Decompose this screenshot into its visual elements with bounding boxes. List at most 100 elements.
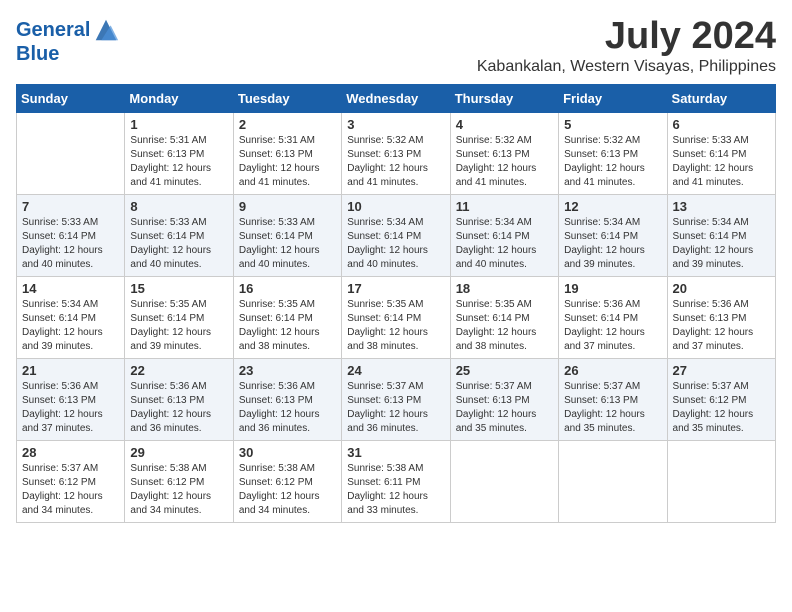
calendar-cell: 22 Sunrise: 5:36 AM Sunset: 6:13 PM Dayli…: [125, 358, 233, 440]
calendar-cell: 9 Sunrise: 5:33 AM Sunset: 6:14 PM Daylig…: [233, 194, 341, 276]
calendar-cell: [559, 440, 667, 522]
header-monday: Monday: [125, 84, 233, 112]
day-number: 18: [456, 281, 553, 296]
month-title: July 2024: [477, 16, 776, 58]
day-info: Sunrise: 5:34 AM Sunset: 6:14 PM Dayligh…: [673, 216, 770, 272]
calendar-cell: 5Sunrise: 5:32 AM Sunset: 6:13 PM Daylig…: [559, 112, 667, 194]
day-number: 3: [347, 117, 444, 132]
day-number: 28: [22, 445, 119, 460]
day-info: Sunrise: 5:35 AM Sunset: 6:14 PM Dayligh…: [347, 298, 444, 354]
calendar-cell: 8 Sunrise: 5:33 AM Sunset: 6:14 PM Daylig…: [125, 194, 233, 276]
day-info: Sunrise: 5:32 AM Sunset: 6:13 PM Dayligh…: [564, 134, 661, 190]
day-info: Sunrise: 5:34 AM Sunset: 6:14 PM Dayligh…: [564, 216, 661, 272]
header-saturday: Saturday: [667, 84, 775, 112]
day-number: 8: [130, 199, 227, 214]
day-number: 24: [347, 363, 444, 378]
day-info: Sunrise: 5:37 AM Sunset: 6:13 PM Dayligh…: [564, 380, 661, 436]
day-number: 17: [347, 281, 444, 296]
day-info: Sunrise: 5:35 AM Sunset: 6:14 PM Dayligh…: [130, 298, 227, 354]
header-wednesday: Wednesday: [342, 84, 450, 112]
day-info: Sunrise: 5:38 AM Sunset: 6:12 PM Dayligh…: [130, 462, 227, 518]
calendar-cell: [17, 112, 125, 194]
day-info: Sunrise: 5:35 AM Sunset: 6:14 PM Dayligh…: [239, 298, 336, 354]
day-number: 7: [22, 199, 119, 214]
day-info: Sunrise: 5:37 AM Sunset: 6:12 PM Dayligh…: [22, 462, 119, 518]
calendar-week-row: 28 Sunrise: 5:37 AM Sunset: 6:12 PM Dayli…: [17, 440, 776, 522]
day-number: 26: [564, 363, 661, 378]
logo-blue: Blue: [16, 44, 120, 64]
day-info: Sunrise: 5:31 AM Sunset: 6:13 PM Dayligh…: [130, 134, 227, 190]
day-number: 23: [239, 363, 336, 378]
day-number: 9: [239, 199, 336, 214]
day-number: 31: [347, 445, 444, 460]
calendar-cell: 20 Sunrise: 5:36 AM Sunset: 6:13 PM Dayli…: [667, 276, 775, 358]
calendar-cell: 29Sunrise: 5:38 AM Sunset: 6:12 PM Dayli…: [125, 440, 233, 522]
day-number: 27: [673, 363, 770, 378]
day-info: Sunrise: 5:34 AM Sunset: 6:14 PM Dayligh…: [456, 216, 553, 272]
calendar-cell: 26 Sunrise: 5:37 AM Sunset: 6:13 PM Dayli…: [559, 358, 667, 440]
calendar-cell: 7 Sunrise: 5:33 AM Sunset: 6:14 PM Daylig…: [17, 194, 125, 276]
calendar-week-row: 14Sunrise: 5:34 AM Sunset: 6:14 PM Dayli…: [17, 276, 776, 358]
day-number: 30: [239, 445, 336, 460]
calendar-cell: [667, 440, 775, 522]
day-info: Sunrise: 5:33 AM Sunset: 6:14 PM Dayligh…: [673, 134, 770, 190]
calendar-week-row: 1 Sunrise: 5:31 AM Sunset: 6:13 PM Daylig…: [17, 112, 776, 194]
day-info: Sunrise: 5:38 AM Sunset: 6:12 PM Dayligh…: [239, 462, 336, 518]
calendar-cell: 4 Sunrise: 5:32 AM Sunset: 6:13 PM Daylig…: [450, 112, 558, 194]
day-number: 4: [456, 117, 553, 132]
calendar-cell: 12 Sunrise: 5:34 AM Sunset: 6:14 PM Dayli…: [559, 194, 667, 276]
calendar-week-row: 21Sunrise: 5:36 AM Sunset: 6:13 PM Dayli…: [17, 358, 776, 440]
calendar-cell: 17 Sunrise: 5:35 AM Sunset: 6:14 PM Dayli…: [342, 276, 450, 358]
logo: General Blue: [16, 16, 120, 64]
day-info: Sunrise: 5:31 AM Sunset: 6:13 PM Dayligh…: [239, 134, 336, 190]
day-info: Sunrise: 5:37 AM Sunset: 6:12 PM Dayligh…: [673, 380, 770, 436]
day-info: Sunrise: 5:33 AM Sunset: 6:14 PM Dayligh…: [130, 216, 227, 272]
header-thursday: Thursday: [450, 84, 558, 112]
day-info: Sunrise: 5:36 AM Sunset: 6:13 PM Dayligh…: [130, 380, 227, 436]
day-number: 15: [130, 281, 227, 296]
calendar-cell: 15 Sunrise: 5:35 AM Sunset: 6:14 PM Dayli…: [125, 276, 233, 358]
day-number: 13: [673, 199, 770, 214]
day-number: 12: [564, 199, 661, 214]
day-number: 22: [130, 363, 227, 378]
page-header: General Blue July 2024 Kabankalan, Weste…: [16, 16, 776, 76]
day-info: Sunrise: 5:37 AM Sunset: 6:13 PM Dayligh…: [456, 380, 553, 436]
day-info: Sunrise: 5:38 AM Sunset: 6:11 PM Dayligh…: [347, 462, 444, 518]
day-info: Sunrise: 5:36 AM Sunset: 6:13 PM Dayligh…: [673, 298, 770, 354]
day-number: 6: [673, 117, 770, 132]
calendar-cell: 19 Sunrise: 5:36 AM Sunset: 6:14 PM Dayli…: [559, 276, 667, 358]
day-info: Sunrise: 5:32 AM Sunset: 6:13 PM Dayligh…: [347, 134, 444, 190]
calendar-cell: 24Sunrise: 5:37 AM Sunset: 6:13 PM Dayli…: [342, 358, 450, 440]
calendar-cell: 23Sunrise: 5:36 AM Sunset: 6:13 PM Dayli…: [233, 358, 341, 440]
header-tuesday: Tuesday: [233, 84, 341, 112]
calendar-cell: 28 Sunrise: 5:37 AM Sunset: 6:12 PM Dayli…: [17, 440, 125, 522]
logo-icon: [92, 16, 120, 44]
calendar-cell: [450, 440, 558, 522]
day-number: 16: [239, 281, 336, 296]
calendar-cell: 11 Sunrise: 5:34 AM Sunset: 6:14 PM Dayli…: [450, 194, 558, 276]
day-info: Sunrise: 5:32 AM Sunset: 6:13 PM Dayligh…: [456, 134, 553, 190]
day-number: 20: [673, 281, 770, 296]
day-number: 10: [347, 199, 444, 214]
calendar-cell: 6 Sunrise: 5:33 AM Sunset: 6:14 PM Daylig…: [667, 112, 775, 194]
header-sunday: Sunday: [17, 84, 125, 112]
calendar-cell: 14Sunrise: 5:34 AM Sunset: 6:14 PM Dayli…: [17, 276, 125, 358]
day-info: Sunrise: 5:33 AM Sunset: 6:14 PM Dayligh…: [239, 216, 336, 272]
day-info: Sunrise: 5:36 AM Sunset: 6:14 PM Dayligh…: [564, 298, 661, 354]
calendar-cell: 27 Sunrise: 5:37 AM Sunset: 6:12 PM Dayli…: [667, 358, 775, 440]
day-number: 2: [239, 117, 336, 132]
calendar-cell: 13 Sunrise: 5:34 AM Sunset: 6:14 PM Dayli…: [667, 194, 775, 276]
calendar-week-row: 7 Sunrise: 5:33 AM Sunset: 6:14 PM Daylig…: [17, 194, 776, 276]
day-number: 1: [130, 117, 227, 132]
calendar-cell: 18Sunrise: 5:35 AM Sunset: 6:14 PM Dayli…: [450, 276, 558, 358]
day-number: 19: [564, 281, 661, 296]
calendar-cell: 2 Sunrise: 5:31 AM Sunset: 6:13 PM Daylig…: [233, 112, 341, 194]
calendar-cell: 16 Sunrise: 5:35 AM Sunset: 6:14 PM Dayli…: [233, 276, 341, 358]
day-info: Sunrise: 5:33 AM Sunset: 6:14 PM Dayligh…: [22, 216, 119, 272]
calendar-cell: 25 Sunrise: 5:37 AM Sunset: 6:13 PM Dayli…: [450, 358, 558, 440]
day-info: Sunrise: 5:36 AM Sunset: 6:13 PM Dayligh…: [22, 380, 119, 436]
header-friday: Friday: [559, 84, 667, 112]
day-number: 11: [456, 199, 553, 214]
calendar-cell: 30 Sunrise: 5:38 AM Sunset: 6:12 PM Dayli…: [233, 440, 341, 522]
day-number: 25: [456, 363, 553, 378]
